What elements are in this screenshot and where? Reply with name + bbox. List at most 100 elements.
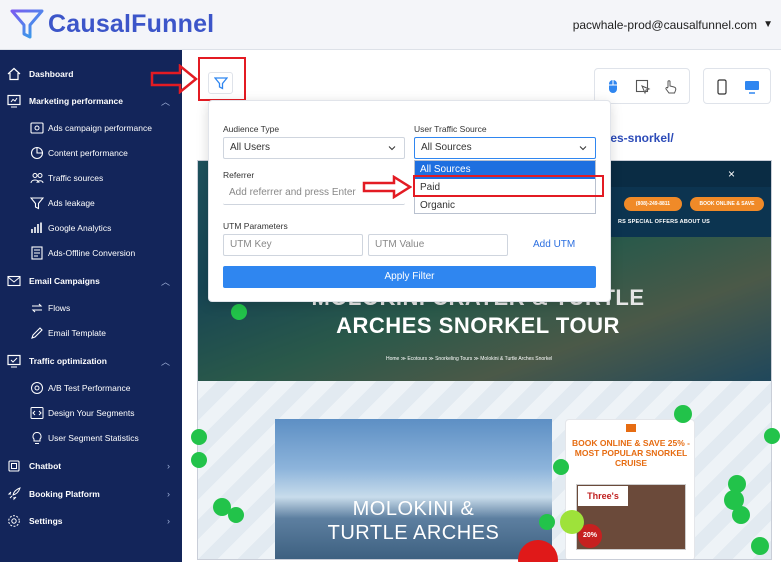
site-breadcrumb: Home ≫ Ecotours ≫ Snorkeling Tours ≫ Mol… [386,356,553,362]
sidebar-item-ab-test-performance[interactable]: A/B Test Performance [0,376,182,400]
sidebar-item-label: Chatbot [29,461,62,471]
sidebar-item-label: Traffic optimization [29,356,107,366]
bar-chart-icon [31,222,42,233]
brand-name: CausalFunnel [48,9,215,38]
sidebar-item-label: Flows [48,303,71,313]
paid-option-highlight [413,175,604,197]
chevron-up-icon[interactable]: ︿ [161,355,170,368]
red-arrow-icon [150,64,198,94]
sidebar-item-user-segment-statistics[interactable]: User Segment Statistics [0,426,182,450]
sidebar-item-settings[interactable]: Settings › [0,509,182,533]
sidebar-item-content-performance[interactable]: Content performance [0,141,182,165]
sidebar-item-flows[interactable]: Flows [0,296,182,320]
brand-logo[interactable]: CausalFunnel [10,8,214,40]
close-icon: × [728,167,736,181]
heatmap-dot [732,506,750,524]
cursor-select-icon[interactable] [635,79,651,95]
utm-value-input[interactable]: UTM Value [368,234,508,256]
optimization-icon [7,354,21,368]
page-url[interactable]: hes-snorkel/ [603,131,674,145]
chevron-down-icon [579,146,587,151]
apply-filter-button[interactable]: Apply Filter [223,266,596,288]
phone-pill: (808)-249-8811 [624,197,682,211]
top-header: CausalFunnel pacwhale-prod@causalfunnel.… [0,0,781,50]
sidebar-item-ads-campaign-performance[interactable]: Ads campaign performance [0,116,182,140]
users-icon [30,173,44,184]
home-icon [7,67,21,81]
sidebar-item-google-analytics[interactable]: Google Analytics [0,216,182,240]
tour-card-image: MOLOKINI & TURTLE ARCHES [275,419,552,559]
sidebar-item-label: Design Your Segments [48,408,135,418]
monitor-chart-icon [7,94,21,108]
sidebar-item-label: Google Analytics [48,223,112,233]
heatmap-dot [764,428,780,444]
sidebar-item-label: Settings [29,516,63,526]
chevron-up-icon[interactable]: ︿ [161,95,170,108]
target-icon [31,382,43,394]
sidebar-item-traffic-optimization[interactable]: Traffic optimization ︿ [0,349,182,373]
sidebar-item-booking-platform[interactable]: Booking Platform › [0,482,182,506]
sidebar-item-label: A/B Test Performance [48,383,131,393]
desktop-icon[interactable] [744,79,760,95]
heatmap-dot [560,510,584,534]
sidebar-item-ads-leakage[interactable]: Ads leakage [0,191,182,215]
pen-icon [31,327,43,339]
chevron-up-icon[interactable]: ︿ [161,275,170,288]
sidebar-item-traffic-sources[interactable]: Traffic sources [0,166,182,190]
audience-type-select[interactable]: All Users [223,137,405,159]
red-arrow-icon [362,175,412,199]
promo-logo: Three's [578,486,628,506]
utm-key-input[interactable]: UTM Key [223,234,363,256]
promo-card: BOOK ONLINE & SAVE 25% - MOST POPULAR SN… [565,419,695,559]
filter-icon [214,77,228,90]
document-icon [31,246,43,260]
code-icon [30,407,44,419]
chevron-right-icon[interactable]: › [167,461,170,471]
add-utm-button[interactable]: Add UTM [533,239,575,250]
book-pill: BOOK ONLINE & SAVE [690,197,764,211]
heatmap-dot [191,452,207,468]
traffic-source-select[interactable]: All Sources [414,137,596,159]
sidebar-item-label: Traffic sources [48,173,104,183]
caret-down-icon[interactable]: ▼ [763,19,773,30]
mail-icon [7,275,21,287]
chevron-right-icon[interactable]: › [167,489,170,499]
sidebar-item-label: User Segment Statistics [48,433,139,443]
heatmap-dot [539,514,555,530]
mobile-icon[interactable] [714,79,730,95]
tap-gesture-icon[interactable] [663,79,679,95]
lightbulb-icon [32,431,42,444]
heatmap-dot [228,507,244,523]
sidebar-item-ads-offline-conversion[interactable]: Ads-Offline Conversion [0,241,182,265]
sidebar-item-label: Ads leakage [48,198,95,208]
promo-title: BOOK ONLINE & SAVE 25% - MOST POPULAR SN… [572,438,690,468]
user-email[interactable]: pacwhale-prod@causalfunnel.com [573,18,757,32]
mouse-icon[interactable] [605,79,621,95]
device-toolbar [703,68,771,104]
chatbot-icon [8,460,20,472]
site-nav-links: RS SPECIAL OFFERS ABOUT US [618,219,710,225]
sidebar-item-label: Ads-Offline Conversion [48,248,136,258]
ad-icon [30,122,44,134]
sidebar-item-design-your-segments[interactable]: Design Your Segments [0,401,182,425]
traffic-source-label: User Traffic Source [414,124,487,134]
rocket-icon [7,487,21,501]
sidebar-item-label: Email Campaigns [29,276,100,286]
sidebar: Dashboard Marketing performance ︿ Ads ca… [0,50,182,562]
flow-icon [31,303,43,313]
filter-button[interactable] [208,72,233,94]
heatmap-dot [553,459,569,475]
heatmap-dot [674,405,692,423]
sidebar-item-label: Email Template [48,328,106,338]
referrer-label: Referrer [223,170,255,180]
sidebar-item-label: Marketing performance [29,96,123,106]
funnel-icon [30,197,44,210]
sidebar-item-email-template[interactable]: Email Template [0,321,182,345]
sidebar-item-email-campaigns[interactable]: Email Campaigns ︿ [0,269,182,293]
sidebar-item-label: Content performance [48,148,128,158]
sidebar-item-label: Dashboard [29,69,74,79]
option-organic[interactable]: Organic [415,197,595,215]
sidebar-item-chatbot[interactable]: Chatbot › [0,454,182,478]
chevron-right-icon[interactable]: › [167,516,170,526]
tour-card-title: MOLOKINI & TURTLE ARCHES [327,498,500,544]
